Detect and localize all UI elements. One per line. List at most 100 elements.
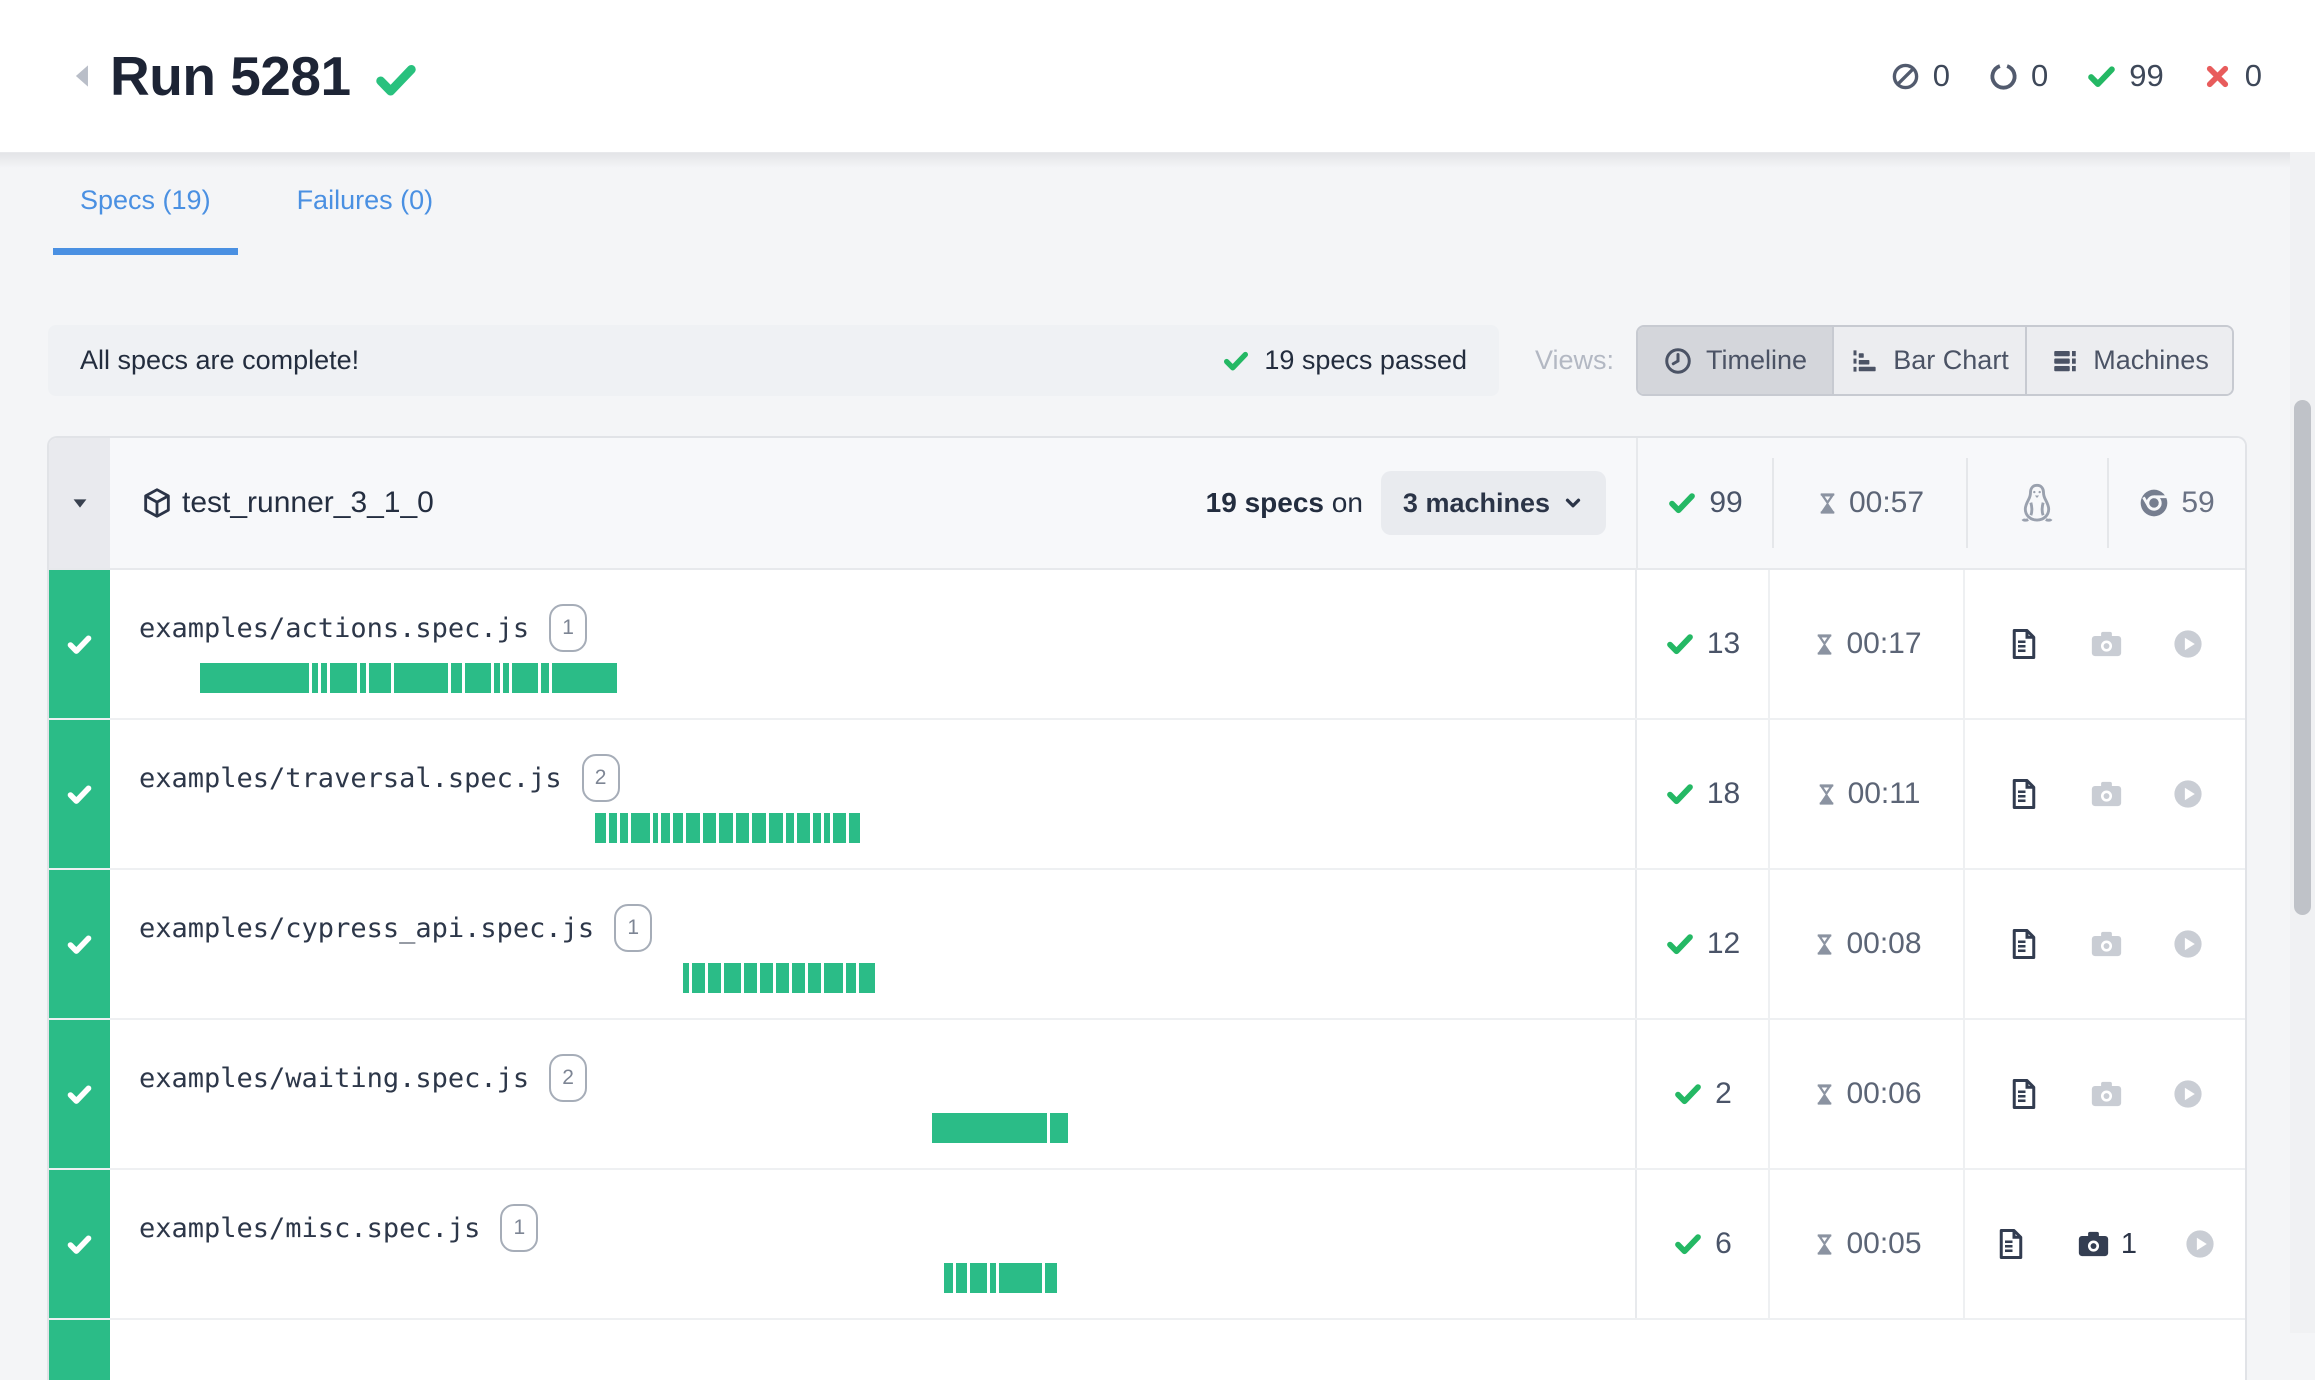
timeline-bar-segment <box>330 663 356 693</box>
timeline-bar-segment <box>620 813 628 843</box>
specs-table: test_runner_3_1_0 19 specs on 3 machines… <box>47 436 2247 1380</box>
spec-row: examples/actions.spec.js 1 13 00:17 <box>49 570 2245 720</box>
on-word: on <box>1332 487 1363 518</box>
timeline-bar <box>683 963 875 993</box>
spec-name-link[interactable]: examples/misc.spec.js <box>139 1213 480 1244</box>
clock-icon <box>1663 346 1693 376</box>
passed-count: 2 <box>1715 1077 1732 1111</box>
check-icon <box>66 631 93 658</box>
video-button[interactable] <box>2171 927 2205 961</box>
stdout-button[interactable] <box>2006 926 2042 962</box>
spec-main: examples/traversal.spec.js 2 <box>110 720 1635 868</box>
timeline-bar-segment <box>956 1263 968 1293</box>
spec-passed-stripe <box>49 720 110 868</box>
spec-name-link[interactable]: examples/actions.spec.js <box>139 613 529 644</box>
timeline-bar-segment <box>673 813 684 843</box>
machines-view-label: Machines <box>2093 345 2209 376</box>
stat-passed: 99 <box>2086 58 2163 94</box>
column-divider <box>1966 458 1968 548</box>
screenshots-button[interactable] <box>2088 776 2125 813</box>
check-icon <box>1665 629 1695 659</box>
play-icon <box>2183 1227 2217 1261</box>
passed-count: 6 <box>1715 1227 1732 1261</box>
document-icon <box>2006 926 2042 962</box>
timeline-bar-segment <box>824 963 843 993</box>
machine-badge: 1 <box>500 1204 538 1252</box>
machines-icon <box>2050 346 2080 376</box>
duration-value: 00:08 <box>1846 927 1921 961</box>
passed-count: 12 <box>1707 927 1740 961</box>
timeline-bar-segment <box>552 663 617 693</box>
video-button[interactable] <box>2171 1077 2205 1111</box>
duration-cell: 00:05 <box>1768 1170 1963 1318</box>
bar-chart-icon <box>1850 346 1880 376</box>
timeline-view-button[interactable]: Timeline <box>1638 327 1832 394</box>
spec-name-link[interactable]: examples/traversal.spec.js <box>139 763 562 794</box>
collapse-toggle[interactable] <box>49 438 110 568</box>
specs-count-label: 19 specs on <box>1206 487 1363 519</box>
spec-name-link[interactable]: examples/cypress_api.spec.js <box>139 913 594 944</box>
check-icon <box>1673 1079 1703 1109</box>
timeline-bar-segment <box>512 663 538 693</box>
timeline-bar-segment <box>849 813 860 843</box>
timeline-bar-segment <box>797 813 811 843</box>
stdout-button[interactable] <box>2006 626 2042 662</box>
spec-main: examples/cypress_api.spec.js 1 <box>110 870 1635 1018</box>
banner-check-icon <box>1222 347 1250 375</box>
hourglass-icon <box>1813 781 1840 808</box>
machines-view-button[interactable]: Machines <box>2025 327 2232 394</box>
timeline-bar-segment <box>200 663 309 693</box>
spec-passed-stripe <box>49 870 110 1018</box>
check-icon <box>66 1231 93 1258</box>
spec-name-link[interactable]: examples/waiting.spec.js <box>139 1063 529 1094</box>
screenshots-button[interactable] <box>2088 626 2125 663</box>
tab-failures[interactable]: Failures (0) <box>270 152 461 255</box>
video-button[interactable] <box>2183 1227 2217 1261</box>
stdout-button[interactable] <box>2006 1076 2042 1112</box>
hourglass-icon <box>1811 931 1838 958</box>
document-icon <box>2006 1076 2042 1112</box>
passed-cell: 18 <box>1635 720 1768 868</box>
run-header: Run 5281 0 0 99 0 <box>0 0 2315 152</box>
failed-cross-icon <box>2202 61 2233 92</box>
vertical-scrollbar-track[interactable] <box>2290 152 2315 1333</box>
screenshots-button[interactable] <box>2088 926 2125 963</box>
group-main: test_runner_3_1_0 19 specs on 3 machines <box>110 438 1636 568</box>
group-duration: 00:57 <box>1849 486 1924 520</box>
timeline-bar-segment <box>708 963 721 993</box>
banner-passed: 19 specs passed <box>1222 345 1467 376</box>
play-icon <box>2171 627 2205 661</box>
back-icon[interactable] <box>66 59 100 93</box>
passed-cell: 13 <box>1635 570 1768 718</box>
stdout-button[interactable] <box>2006 776 2042 812</box>
hourglass-icon <box>1811 1081 1838 1108</box>
machines-dropdown[interactable]: 3 machines <box>1381 471 1606 535</box>
stdout-button[interactable] <box>1993 1226 2029 1262</box>
artifacts-cell <box>1963 570 2245 718</box>
camera-icon <box>2075 1226 2112 1263</box>
timeline-bar-segment <box>451 663 461 693</box>
screenshots-button[interactable]: 1 <box>2075 1226 2137 1263</box>
video-button[interactable] <box>2171 627 2205 661</box>
timeline-bar-segment <box>1050 1113 1068 1143</box>
check-icon <box>1665 929 1695 959</box>
column-divider <box>1772 458 1774 548</box>
pending-count: 0 <box>2031 58 2048 94</box>
hourglass-icon <box>1811 1231 1838 1258</box>
bar-chart-view-button[interactable]: Bar Chart <box>1832 327 2025 394</box>
timeline-bar-segment <box>703 813 717 843</box>
artifacts-cell: 1 <box>1963 1170 2245 1318</box>
vertical-scrollbar-thumb[interactable] <box>2294 400 2311 915</box>
spec-main: examples/actions.spec.js 1 <box>110 570 1635 718</box>
video-button[interactable] <box>2171 777 2205 811</box>
screenshots-button[interactable] <box>2088 1076 2125 1113</box>
group-passed-count: 99 <box>1709 486 1742 520</box>
play-icon <box>2171 777 2205 811</box>
timeline-bar-segment <box>653 813 658 843</box>
play-icon <box>2171 1077 2205 1111</box>
timeline-bar-segment <box>360 663 366 693</box>
tab-specs[interactable]: Specs (19) <box>53 152 238 255</box>
spec-row: examples/cypress_api.spec.js 1 12 00:08 <box>49 870 2245 1020</box>
spec-passed-stripe <box>49 570 110 718</box>
timeline-bar-segment <box>999 1263 1042 1293</box>
